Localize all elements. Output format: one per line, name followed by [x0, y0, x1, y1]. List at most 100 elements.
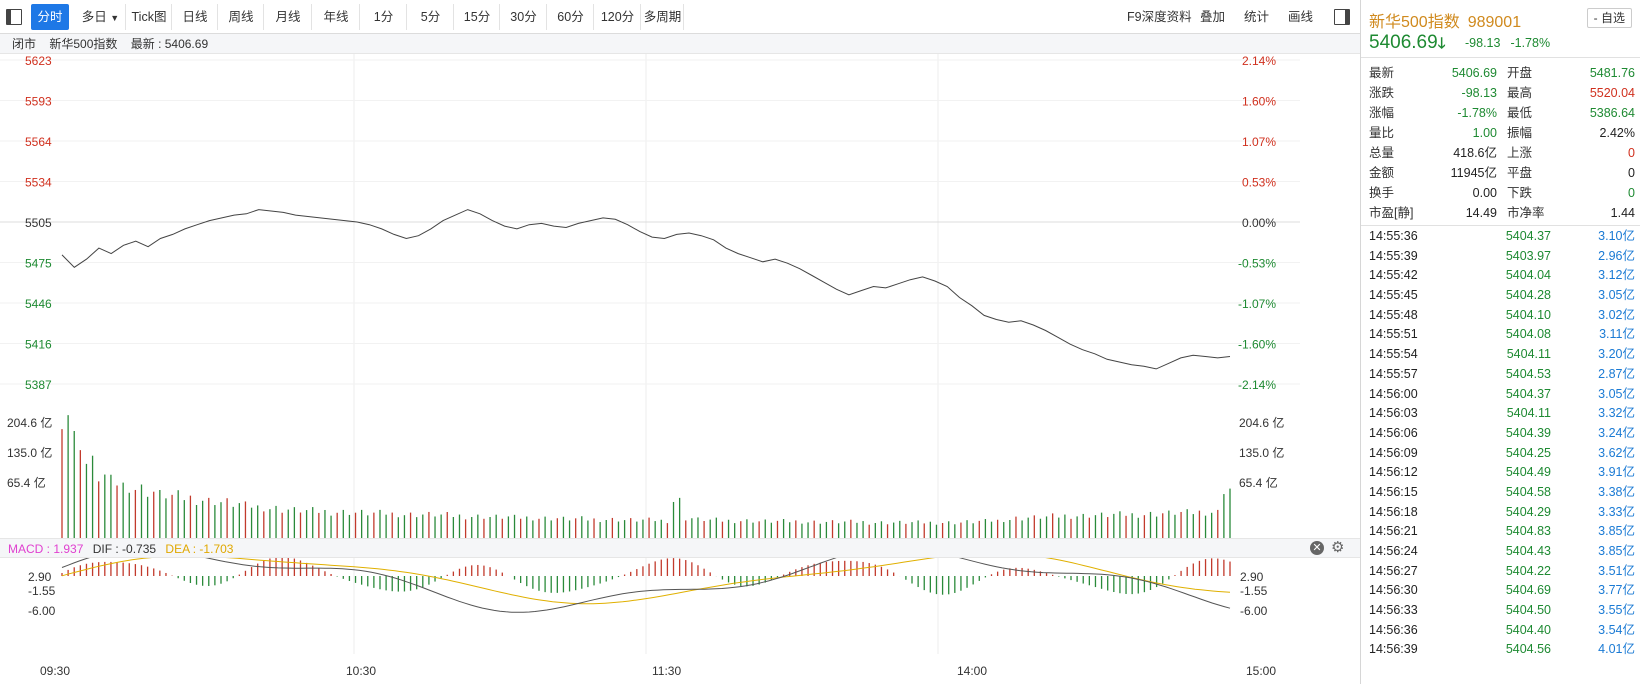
tab-5min[interactable]: 5分: [408, 4, 454, 30]
close-icon[interactable]: ✕: [1310, 541, 1324, 555]
stat-label: 振幅: [1507, 126, 1533, 140]
remove-watchlist-button[interactable]: - 自选: [1586, 8, 1632, 28]
f9-deep-data-button[interactable]: F9深度资料: [1127, 4, 1192, 30]
volume-tick: 65.4 亿: [7, 475, 46, 490]
stat-label: 涨跌: [1369, 86, 1395, 100]
pct-tick: -2.14%: [1238, 378, 1276, 392]
tab-60min[interactable]: 60分: [548, 4, 594, 30]
dropdown-arrow-icon: ▼: [110, 13, 120, 23]
macd-tick: 2.90: [1240, 570, 1264, 584]
tick-row[interactable]: 14:55:57 5404.53 2.87亿: [1369, 365, 1635, 385]
tab-15min[interactable]: 15分: [455, 4, 500, 30]
macd-label: MACD : 1.937: [8, 542, 84, 556]
stats-row: 涨跌 -98.13 最高 5520.04: [1369, 83, 1635, 103]
tick-row[interactable]: 14:56:33 5404.50 3.55亿: [1369, 601, 1635, 621]
tab-1min[interactable]: 1分: [361, 4, 407, 30]
quote-change: -98.13 -1.78%: [1465, 36, 1560, 50]
tick-row[interactable]: 14:56:09 5404.25 3.62亿: [1369, 444, 1635, 464]
stat-label: 下跌: [1507, 186, 1533, 200]
tick-time: 14:55:54: [1369, 347, 1418, 362]
tick-row[interactable]: 14:56:27 5404.22 3.51亿: [1369, 562, 1635, 582]
tick-row[interactable]: 14:55:51 5404.08 3.11亿: [1369, 325, 1635, 345]
stat-value: 0: [1628, 146, 1635, 160]
pct-tick: -1.60%: [1238, 338, 1276, 352]
stats-row: 最新 5406.69 开盘 5481.76: [1369, 63, 1635, 83]
pct-tick: 1.60%: [1242, 95, 1276, 109]
tick-time: 14:55:45: [1369, 288, 1418, 303]
tab-day[interactable]: 日线: [173, 4, 218, 30]
tab-month[interactable]: 月线: [265, 4, 312, 30]
tick-price: 5404.04: [1505, 268, 1551, 283]
tab-tick[interactable]: Tick图: [127, 4, 172, 30]
price-tick: 5387: [25, 378, 52, 392]
tick-amount: 4.01亿: [1598, 642, 1635, 657]
tick-price: 5404.11: [1506, 347, 1551, 362]
tick-row[interactable]: 14:56:15 5404.58 3.38亿: [1369, 483, 1635, 503]
tick-time: 14:56:33: [1369, 603, 1418, 618]
tab-duori[interactable]: 多日 ▼: [76, 4, 126, 30]
tab-30min[interactable]: 30分: [501, 4, 547, 30]
gear-icon[interactable]: ⚙: [1331, 540, 1344, 556]
tab-120min[interactable]: 120分: [595, 4, 641, 30]
tick-row[interactable]: 14:55:39 5403.97 2.96亿: [1369, 247, 1635, 267]
tick-row[interactable]: 14:56:06 5404.39 3.24亿: [1369, 424, 1635, 444]
tick-row[interactable]: 14:56:18 5404.29 3.33亿: [1369, 503, 1635, 523]
stat-value: 11945亿: [1450, 166, 1497, 180]
tick-row[interactable]: 14:55:54 5404.11 3.20亿: [1369, 345, 1635, 365]
tab-year[interactable]: 年线: [313, 4, 360, 30]
tick-amount: 3.05亿: [1598, 288, 1635, 303]
divider: [1361, 225, 1640, 226]
tick-price: 5404.43: [1505, 544, 1551, 558]
tick-price: 5404.69: [1505, 583, 1551, 598]
macd-tick: -1.55: [1240, 584, 1268, 598]
tick-row[interactable]: 14:56:21 5404.83 3.85亿: [1369, 522, 1635, 542]
macd-tick: 2.90: [28, 570, 52, 584]
stat-label: 最低: [1507, 106, 1533, 120]
down-arrow-icon: 🡓: [1437, 35, 1446, 52]
stat-value: 1.00: [1472, 126, 1497, 140]
tick-row[interactable]: 14:56:00 5404.37 3.05亿: [1369, 385, 1635, 405]
tick-time: 14:56:18: [1369, 504, 1418, 519]
tick-amount: 3.54亿: [1598, 622, 1635, 637]
tab-week[interactable]: 周线: [219, 4, 264, 30]
tab-multi-period[interactable]: 多周期: [642, 4, 684, 30]
tab-fenshi[interactable]: 分时: [31, 4, 69, 30]
tick-row[interactable]: 14:56:39 5404.56 4.01亿: [1369, 640, 1635, 660]
stat-value: 0.00: [1472, 186, 1497, 200]
tick-row[interactable]: 14:55:42 5404.04 3.12亿: [1369, 266, 1635, 286]
stat-value: 0: [1628, 186, 1635, 200]
tick-amount: 2.87亿: [1598, 366, 1635, 381]
panel-toggle-right-icon[interactable]: [1334, 9, 1350, 25]
tick-row[interactable]: 14:56:30 5404.69 3.77亿: [1369, 581, 1635, 601]
statistics-button[interactable]: 统计: [1244, 4, 1269, 30]
tick-row[interactable]: 14:56:12 5404.49 3.91亿: [1369, 463, 1635, 483]
stat-value: 1.44: [1610, 206, 1635, 220]
tick-list[interactable]: 14:55:36 5404.37 3.10亿 14:55:39 5403.97 2.96亿…: [1369, 227, 1635, 660]
tick-price: 5404.25: [1505, 445, 1551, 460]
stat-label: 市净率: [1507, 206, 1545, 220]
pct-tick: 0.53%: [1242, 176, 1276, 190]
tick-row[interactable]: 14:55:48 5404.10 3.02亿: [1369, 306, 1635, 326]
tick-row[interactable]: 14:56:36 5404.40 3.54亿: [1369, 621, 1635, 641]
time-label: 10:30: [346, 664, 377, 678]
tick-price: 5404.11: [1506, 406, 1551, 421]
stat-value: 14.49: [1465, 206, 1497, 220]
stat-value: -1.78%: [1457, 106, 1497, 120]
tick-price: 5404.29: [1505, 504, 1551, 519]
stats-row: 总量 418.6亿 上涨 0: [1369, 143, 1635, 163]
price-tick: 5623: [25, 54, 52, 68]
tick-price: 5404.50: [1505, 603, 1551, 618]
panel-toggle-left-icon[interactable]: [6, 9, 22, 25]
tick-time: 14:56:12: [1369, 465, 1418, 480]
price-tick: 5534: [25, 176, 52, 190]
tick-row[interactable]: 14:56:24 5404.43 3.85亿: [1369, 542, 1635, 562]
tick-amount: 3.91亿: [1598, 465, 1635, 480]
draw-line-button[interactable]: 画线: [1288, 4, 1313, 30]
overlay-button[interactable]: 叠加: [1200, 4, 1225, 30]
tick-row[interactable]: 14:55:36 5404.37 3.10亿: [1369, 227, 1635, 247]
intraday-chart[interactable]: 5623 2.14% 5593 1.60% 5564 1.07% 5534 0.53% 5505…: [0, 54, 1360, 684]
tick-row[interactable]: 14:56:03 5404.11 3.32亿: [1369, 404, 1635, 424]
stats-row: 涨幅 -1.78% 最低 5386.64: [1369, 103, 1635, 123]
tick-price: 5404.37: [1505, 386, 1551, 401]
tick-row[interactable]: 14:55:45 5404.28 3.05亿: [1369, 286, 1635, 306]
